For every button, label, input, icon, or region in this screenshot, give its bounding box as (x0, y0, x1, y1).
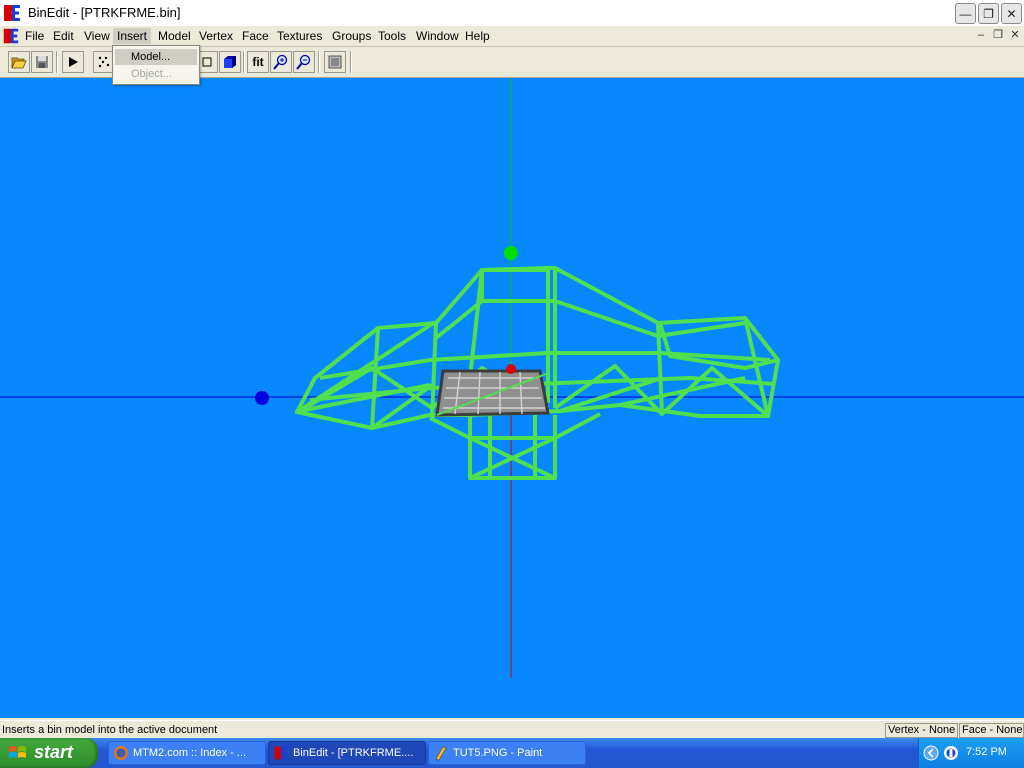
zoom-in-button[interactable] (270, 51, 292, 73)
title-bar: BinEdit - [PTRKFRME.bin] — ❐ ✕ (0, 0, 1024, 27)
menu-vertex[interactable]: Vertex (195, 28, 237, 44)
menu-tools[interactable]: Tools (374, 28, 410, 44)
binedit-logo-icon (4, 5, 20, 21)
toolbar-separator (56, 51, 58, 73)
document-logo-icon[interactable] (2, 27, 20, 45)
save-icon (36, 56, 48, 68)
taskbar-item-label: MTM2.com :: Index - ... (133, 747, 247, 759)
save-button[interactable] (31, 51, 53, 73)
taskbar-item-mtm2[interactable]: MTM2.com :: Index - ... (108, 741, 266, 765)
x-axis-handle[interactable] (255, 391, 269, 405)
menu-edit[interactable]: Edit (49, 28, 78, 44)
3d-viewport[interactable] (0, 78, 1024, 718)
zoom-out-button[interactable] (293, 51, 315, 73)
menu-insert[interactable]: Insert (113, 28, 152, 44)
menu-groups[interactable]: Groups (328, 28, 375, 44)
face-status: Face - None (959, 723, 1024, 738)
tray-app-icon[interactable] (943, 745, 959, 761)
y-axis-handle[interactable] (504, 246, 518, 260)
wireframe-scene (0, 78, 1024, 678)
folder-open-icon (11, 57, 27, 69)
menu-file[interactable]: File (21, 28, 48, 44)
restore-icon: ❐ (983, 6, 994, 21)
frame-icon (328, 55, 342, 69)
taskbar: start MTM2.com :: Index - ... BinEdit - … (0, 738, 1024, 768)
taskbar-clock: 7:52 PM (966, 746, 1007, 758)
solid-cube-icon (224, 56, 236, 68)
restore-button[interactable]: ❐ (978, 3, 999, 24)
z-axis-handle[interactable] (506, 364, 516, 374)
fit-button[interactable]: fit (247, 51, 269, 73)
solid-button[interactable] (219, 51, 241, 73)
menu-textures[interactable]: Textures (273, 28, 326, 44)
menu-face[interactable]: Face (238, 28, 273, 44)
close-button[interactable]: ✕ (1001, 3, 1022, 24)
taskbar-item-binedit[interactable]: BinEdit - [PTRKFRME.... (268, 741, 426, 765)
minimize-icon: – (977, 29, 985, 41)
windows-logo-icon (9, 746, 26, 758)
start-label: start (34, 742, 74, 762)
menu-view[interactable]: View (80, 28, 114, 44)
menu-model[interactable]: Model (154, 28, 195, 44)
wire-cube-icon (202, 57, 212, 67)
firefox-icon (114, 746, 128, 760)
paint-icon (435, 746, 447, 761)
binedit-logo-icon (274, 746, 288, 760)
menu-bar: File Edit View Insert Model Vertex Face … (0, 26, 1024, 47)
menu-window[interactable]: Window (412, 28, 463, 44)
toolbar-separator (243, 51, 245, 73)
vertex-status: Vertex - None (885, 723, 958, 738)
window-title: BinEdit - [PTRKFRME.bin] (28, 5, 181, 20)
tray-arrow-icon[interactable] (923, 745, 939, 761)
restore-icon: ❐ (993, 29, 1003, 41)
taskbar-item-label: TUT5.PNG - Paint (453, 747, 543, 759)
status-message: Inserts a bin model into the active docu… (2, 724, 218, 736)
play-button[interactable] (62, 51, 84, 73)
mdi-restore-button[interactable]: ❐ (990, 28, 1006, 42)
close-icon: ✕ (1010, 29, 1020, 41)
mdi-close-button[interactable]: ✕ (1007, 28, 1023, 42)
mesh-panel (435, 369, 550, 417)
zoom-in-icon (273, 54, 288, 70)
frame-button[interactable] (324, 51, 346, 73)
toolbar-separator (318, 51, 320, 73)
start-button[interactable]: start (0, 738, 98, 768)
toolbar-separator (350, 51, 352, 73)
menu-help[interactable]: Help (461, 28, 494, 44)
status-bar: Inserts a bin model into the active docu… (0, 720, 1024, 739)
minimize-button[interactable]: — (955, 3, 976, 24)
close-icon: ✕ (1006, 6, 1017, 21)
dots-icon (98, 56, 110, 68)
fit-label: fit (252, 55, 264, 69)
insert-model-item[interactable]: Model... (115, 49, 197, 65)
minimize-icon: — (959, 6, 972, 21)
taskbar-item-paint[interactable]: TUT5.PNG - Paint (428, 741, 586, 765)
taskbar-item-label: BinEdit - [PTRKFRME.... (293, 747, 414, 759)
mdi-minimize-button[interactable]: – (973, 28, 989, 42)
insert-object-item[interactable]: Object... (115, 66, 197, 82)
zoom-out-icon (296, 54, 311, 70)
play-icon (69, 57, 78, 67)
open-button[interactable] (8, 51, 30, 73)
insert-dropdown-menu: Model... Object... (112, 45, 200, 85)
